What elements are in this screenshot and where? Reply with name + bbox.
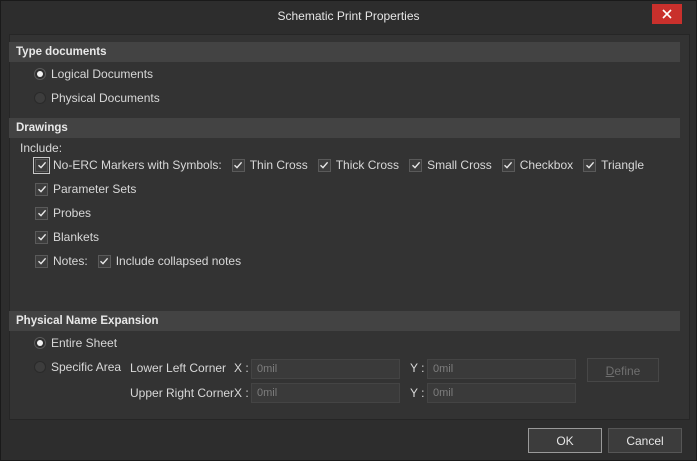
define-button[interactable]: Define	[587, 358, 659, 382]
schematic-print-properties-dialog: Schematic Print Properties Type document…	[0, 0, 697, 461]
notes-row: Notes: Include collapsed notes	[35, 254, 251, 268]
checkmark-icon	[33, 156, 50, 174]
radio-indicator	[34, 92, 46, 104]
checkbox-label: Include collapsed notes	[115, 254, 242, 268]
checkmark-icon	[35, 206, 48, 220]
checkbox-label: Checkbox	[519, 158, 574, 172]
title-bar: Schematic Print Properties	[1, 1, 696, 32]
checkmark-icon	[35, 182, 48, 196]
lower-left-y-label: Y :	[410, 361, 425, 375]
checkbox-label: Triangle	[601, 158, 645, 172]
checkbox-parameter-sets[interactable]: Parameter Sets	[35, 182, 136, 196]
checkbox-label: Probes	[53, 206, 92, 220]
upper-right-corner-label: Upper Right Corner	[130, 386, 235, 400]
checkbox-thin-cross[interactable]: Thin Cross	[231, 158, 308, 172]
checkmark-icon	[583, 158, 597, 172]
checkmark-icon	[97, 254, 111, 268]
upper-right-y-field[interactable]: 0mil	[427, 383, 576, 403]
checkmark-icon	[35, 254, 48, 268]
checkbox-checkbox[interactable]: Checkbox	[501, 158, 574, 172]
radio-label: Entire Sheet	[51, 336, 118, 350]
section-type-documents: Type documents	[9, 42, 680, 62]
checkbox-label: Thin Cross	[249, 158, 308, 172]
radio-indicator-selected	[34, 68, 46, 80]
checkmark-icon	[409, 158, 423, 172]
ok-button[interactable]: OK	[528, 428, 602, 453]
cancel-button[interactable]: Cancel	[608, 428, 682, 453]
radio-indicator	[34, 361, 46, 373]
checkbox-label: Notes:	[53, 254, 88, 268]
checkbox-small-cross[interactable]: Small Cross	[409, 158, 492, 172]
checkbox-notes[interactable]: Notes:	[35, 254, 88, 268]
close-icon	[662, 9, 672, 19]
checkbox-thick-cross[interactable]: Thick Cross	[317, 158, 400, 172]
radio-label: Specific Area	[51, 360, 122, 374]
radio-physical-documents[interactable]: Physical Documents	[34, 91, 160, 105]
checkbox-label: Small Cross	[427, 158, 492, 172]
checkbox-label: Thick Cross	[335, 158, 400, 172]
upper-right-x-field[interactable]: 0mil	[251, 383, 400, 403]
checkmark-icon	[501, 158, 515, 172]
lower-left-x-label: X :	[234, 361, 249, 375]
section-drawings: Drawings	[9, 118, 680, 138]
no-erc-markers-row: No-ERC Markers with Symbols: Thin Cross …	[33, 156, 654, 174]
lower-left-corner-label: Lower Left Corner	[130, 361, 227, 375]
checkbox-blankets[interactable]: Blankets	[35, 230, 99, 244]
upper-right-x-label: X :	[234, 386, 249, 400]
radio-label: Logical Documents	[51, 67, 154, 81]
checkbox-include-collapsed-notes[interactable]: Include collapsed notes	[97, 254, 242, 268]
checkbox-label: No-ERC Markers with Symbols:	[53, 158, 222, 172]
radio-specific-area[interactable]: Specific Area	[34, 360, 121, 374]
dialog-title: Schematic Print Properties	[277, 9, 420, 23]
checkbox-triangle[interactable]: Triangle	[583, 158, 644, 172]
define-mnemonic: D	[605, 364, 615, 378]
radio-label: Physical Documents	[51, 91, 160, 105]
radio-logical-documents[interactable]: Logical Documents	[34, 67, 153, 81]
lower-left-x-field[interactable]: 0mil	[251, 359, 400, 379]
lower-left-y-field[interactable]: 0mil	[427, 359, 576, 379]
checkmark-icon	[317, 158, 331, 172]
checkbox-label: Parameter Sets	[53, 182, 137, 196]
close-button[interactable]	[652, 4, 682, 24]
section-physical-name-expansion: Physical Name Expansion	[9, 311, 680, 331]
checkbox-label: Blankets	[53, 230, 100, 244]
checkbox-probes[interactable]: Probes	[35, 206, 91, 220]
upper-right-y-label: Y :	[410, 386, 425, 400]
radio-entire-sheet[interactable]: Entire Sheet	[34, 336, 117, 350]
checkmark-icon	[35, 230, 48, 244]
checkbox-no-erc-markers[interactable]: No-ERC Markers with Symbols:	[33, 156, 222, 174]
define-label-rest: efine	[614, 364, 641, 378]
radio-indicator-selected	[34, 337, 46, 349]
checkmark-icon	[231, 158, 245, 172]
include-label: Include:	[20, 141, 63, 155]
